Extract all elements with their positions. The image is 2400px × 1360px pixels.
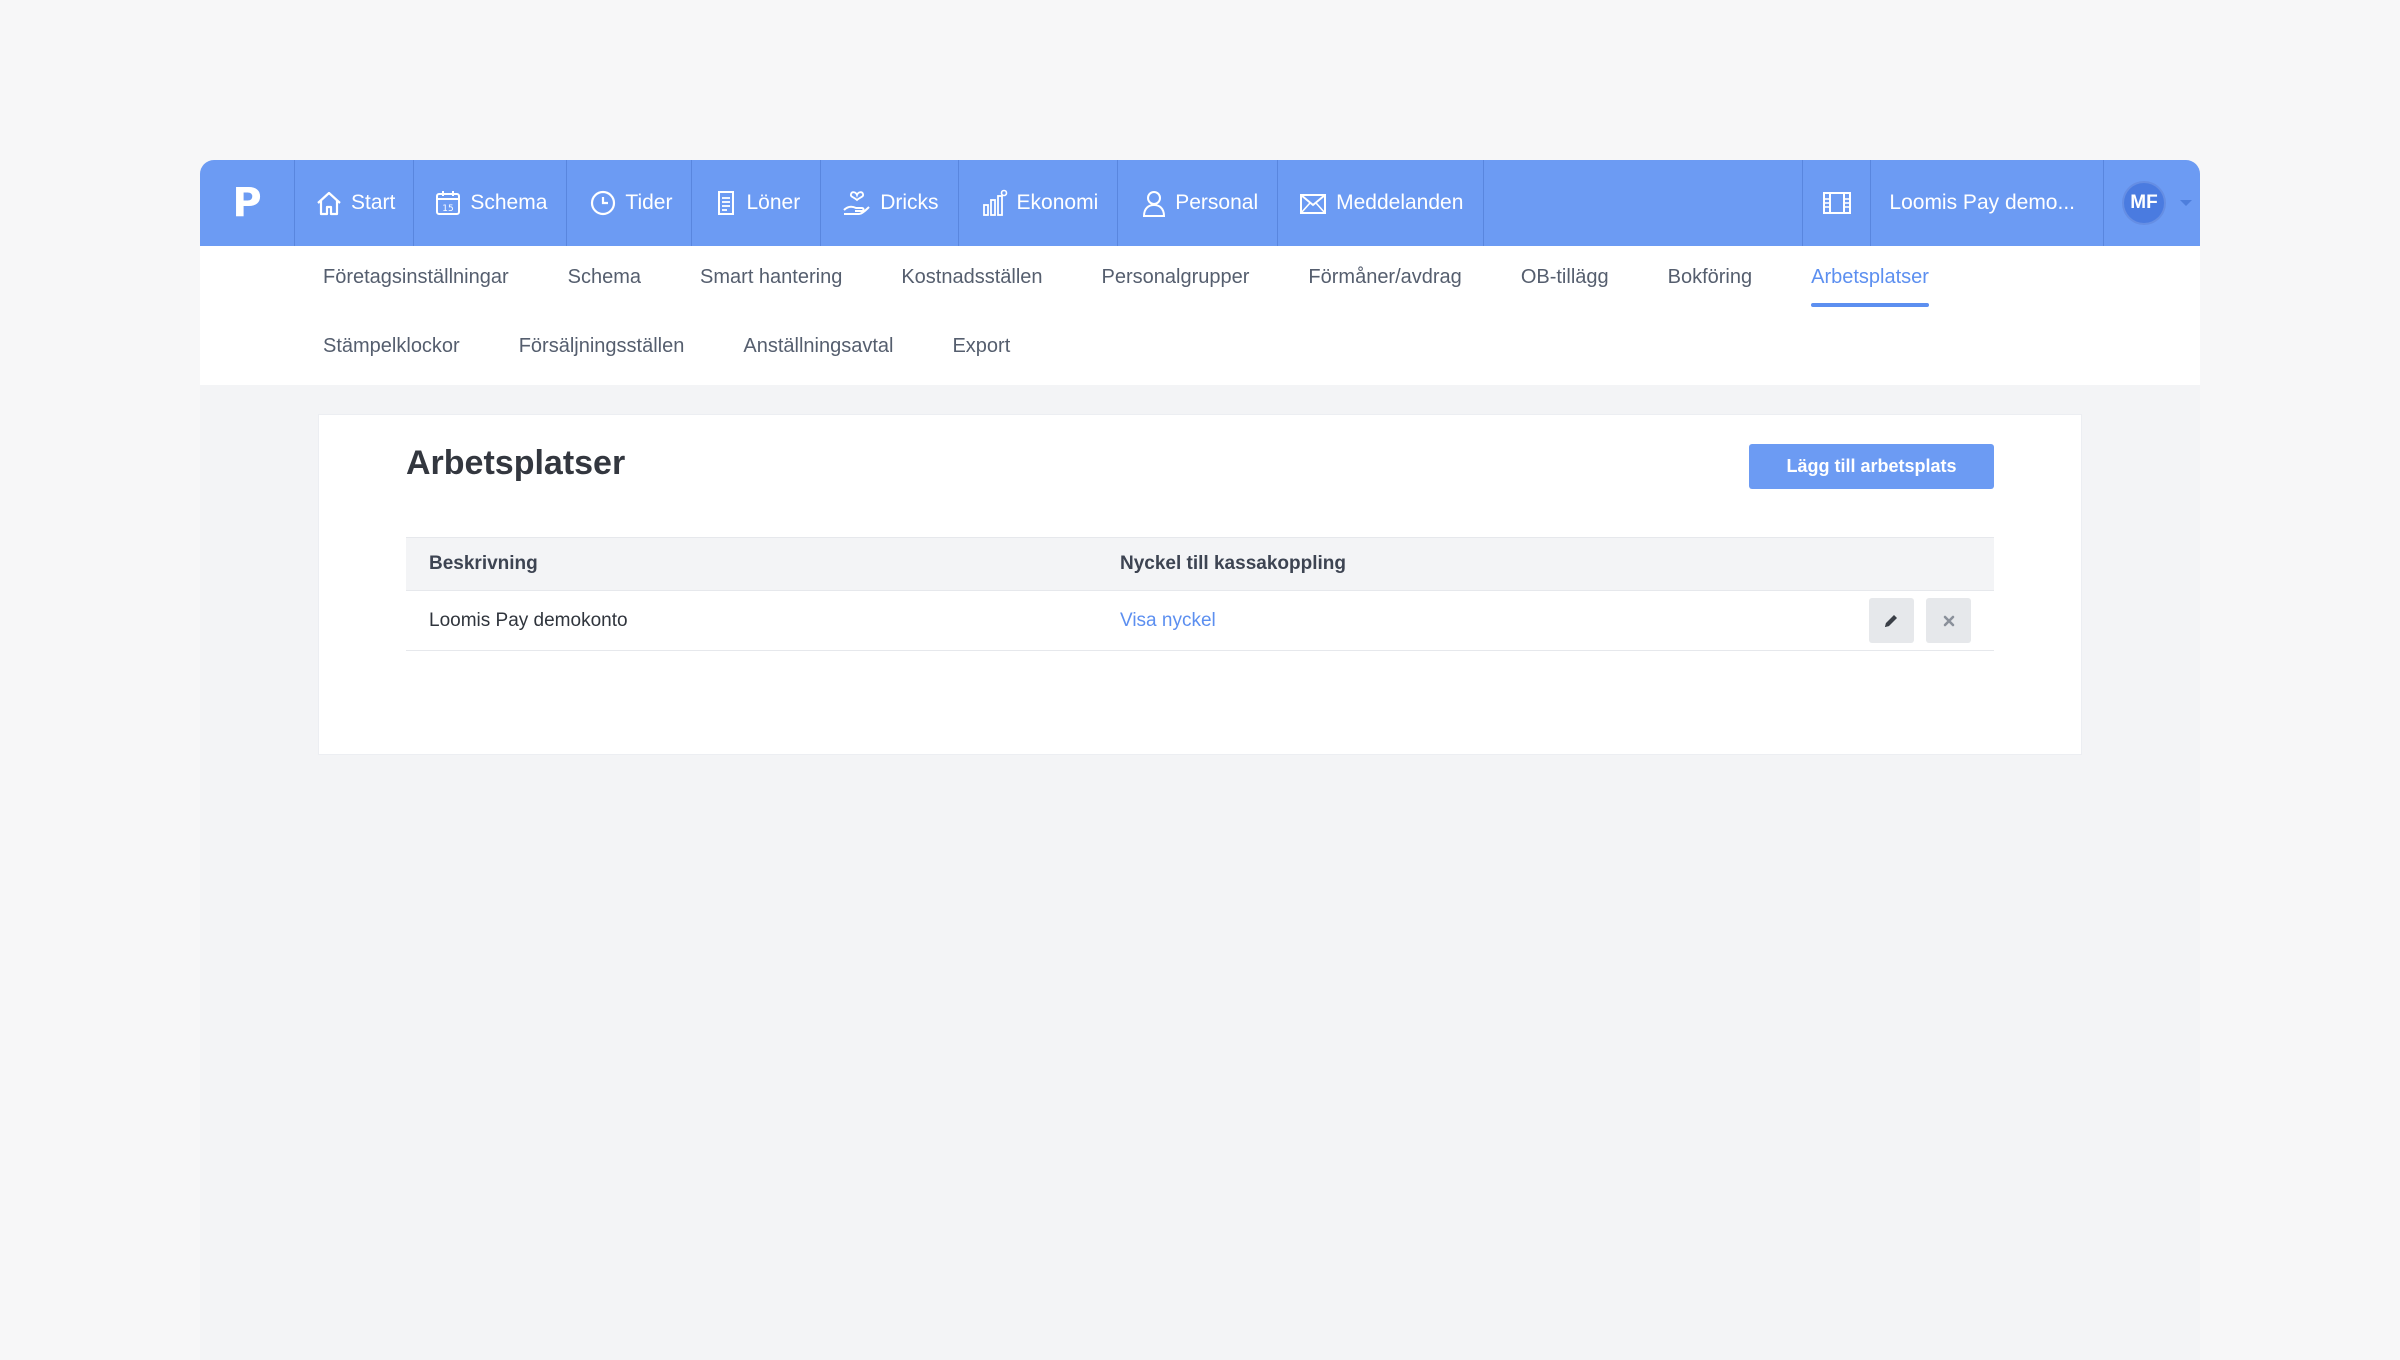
table-header-row: Beskrivning Nyckel till kassakoppling	[406, 537, 1994, 591]
calendar-icon: 15	[436, 191, 461, 215]
document-icon	[718, 191, 735, 215]
bar-chart-icon	[982, 189, 1007, 216]
workplaces-card: Arbetsplatser Lägg till arbetsplats Besk…	[318, 414, 2082, 755]
delete-button[interactable]	[1926, 598, 1971, 643]
chevron-down-icon	[2180, 200, 2192, 206]
tab-anstallningsavtal[interactable]: Anställningsavtal	[743, 335, 893, 376]
tab-ob-tillagg[interactable]: OB-tillägg	[1521, 266, 1609, 307]
column-header-description[interactable]: Beskrivning	[406, 537, 1097, 591]
clock-icon	[591, 190, 616, 216]
tab-arbetsplatser[interactable]: Arbetsplatser	[1811, 266, 1929, 307]
company-name: Loomis Pay demo...	[1889, 191, 2075, 214]
nav-item-label: Meddelanden	[1336, 191, 1464, 214]
nav-item-label: Löner	[746, 191, 801, 214]
tab-export[interactable]: Export	[952, 335, 1010, 376]
nav-spacer	[1484, 160, 1804, 246]
nav-item-label: Dricks	[880, 191, 939, 214]
show-key-link[interactable]: Visa nyckel	[1120, 610, 1216, 631]
film-icon	[1822, 192, 1851, 214]
svg-text:15: 15	[443, 204, 454, 214]
nav-item-personal[interactable]: Personal	[1118, 160, 1279, 246]
top-navigation: P Start 15 Schema Tider Löner Dricks Eko…	[200, 160, 2200, 246]
tab-formaner-avdrag[interactable]: Förmåner/avdrag	[1308, 266, 1461, 307]
film-button[interactable]	[1803, 160, 1872, 246]
tab-kostnadsstallen[interactable]: Kostnadsställen	[901, 266, 1042, 307]
person-icon	[1143, 191, 1166, 217]
settings-subnav: Företagsinställningar Schema Smart hante…	[200, 246, 2200, 385]
nav-item-meddelanden[interactable]: Meddelanden	[1278, 160, 1485, 246]
page-title: Arbetsplatser	[406, 444, 626, 482]
subnav-row-2: Stämpelklockor Försäljningsställen Anstä…	[323, 335, 1069, 376]
nav-item-dricks[interactable]: Dricks	[821, 160, 959, 246]
nav-item-schema[interactable]: 15 Schema	[414, 160, 568, 246]
company-selector[interactable]: Loomis Pay demo...	[1871, 160, 2104, 246]
tab-smart-hantering[interactable]: Smart hantering	[700, 266, 842, 307]
avatar: MF	[2122, 181, 2166, 225]
subnav-row-1: Företagsinställningar Schema Smart hante…	[323, 266, 1988, 307]
table-row: Loomis Pay demokonto Visa nyckel	[406, 590, 1994, 651]
column-header-actions	[1649, 537, 1994, 591]
app-window: P Start 15 Schema Tider Löner Dricks Eko…	[200, 160, 2200, 1360]
nav-item-ekonomi[interactable]: Ekonomi	[959, 160, 1119, 246]
nav-item-tider[interactable]: Tider	[567, 160, 693, 246]
nav-item-start[interactable]: Start	[295, 160, 415, 246]
column-header-key[interactable]: Nyckel till kassakoppling	[1097, 537, 1650, 591]
close-icon	[1943, 615, 1954, 626]
tab-forsaljningsstallen[interactable]: Försäljningsställen	[519, 335, 685, 376]
tab-personalgrupper[interactable]: Personalgrupper	[1102, 266, 1250, 307]
workplaces-table: Beskrivning Nyckel till kassakoppling Lo…	[406, 537, 1994, 651]
nav-item-loner[interactable]: Löner	[692, 160, 822, 246]
nav-item-label: Start	[351, 191, 396, 214]
tab-foretagsinstallningar[interactable]: Företagsinställningar	[323, 266, 509, 307]
hand-heart-icon	[843, 191, 870, 215]
add-workplace-button[interactable]: Lägg till arbetsplats	[1749, 444, 1994, 489]
nav-item-label: Personal	[1175, 191, 1259, 214]
tab-stampelklockor[interactable]: Stämpelklockor	[323, 335, 460, 376]
row-actions	[1649, 590, 1994, 651]
nav-item-label: Schema	[470, 191, 548, 214]
nav-item-label: Tider	[625, 191, 673, 214]
tab-bokforing[interactable]: Bokföring	[1668, 266, 1753, 307]
envelope-icon	[1300, 194, 1327, 214]
nav-item-label: Ekonomi	[1016, 191, 1099, 214]
home-icon	[317, 191, 341, 216]
row-description: Loomis Pay demokonto	[406, 590, 1097, 651]
tab-schema[interactable]: Schema	[568, 266, 641, 307]
pencil-icon	[1885, 614, 1898, 627]
app-logo[interactable]: P	[200, 160, 295, 246]
edit-button[interactable]	[1868, 598, 1914, 643]
user-menu[interactable]: MF	[2104, 160, 2200, 246]
